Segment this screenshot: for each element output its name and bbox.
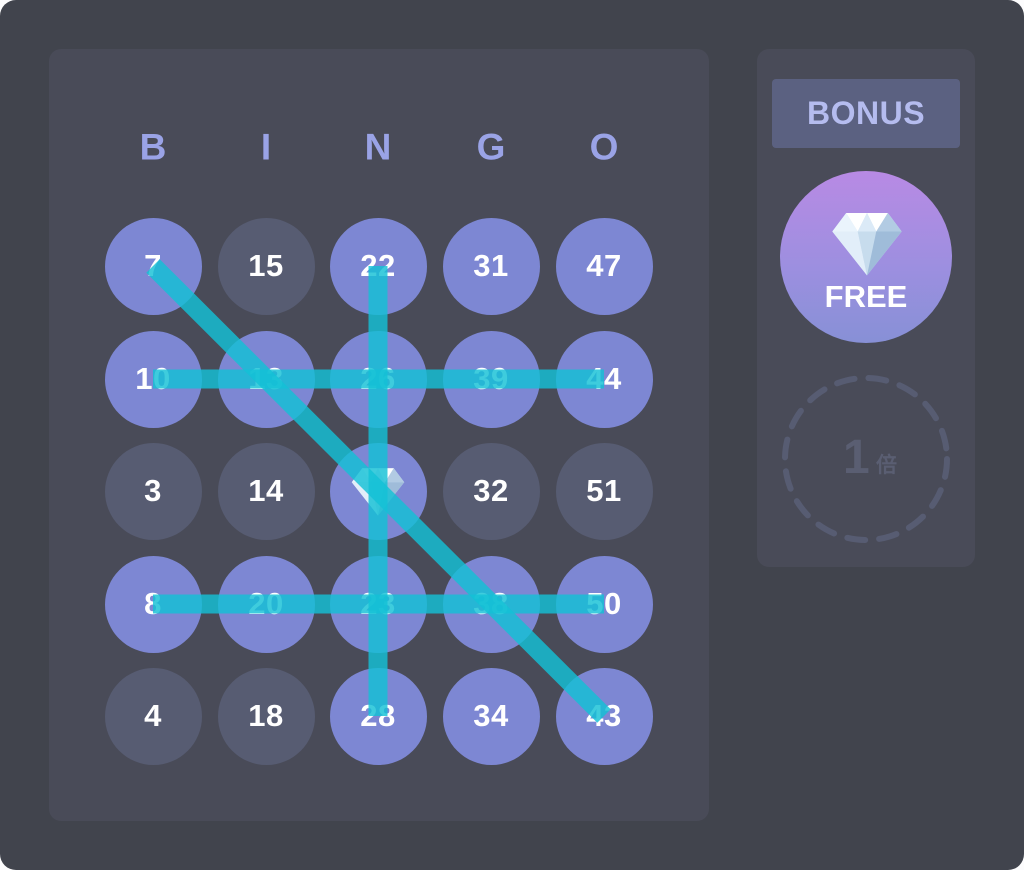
bingo-cell[interactable]: 26 bbox=[329, 330, 427, 428]
free-label: FREE bbox=[824, 279, 908, 314]
bingo-cell[interactable]: 39 bbox=[442, 330, 540, 428]
column-header-i: I bbox=[260, 126, 272, 168]
bingo-cell[interactable]: 10 bbox=[104, 330, 202, 428]
cell-number: 44 bbox=[586, 361, 622, 396]
cell-number: 8 bbox=[144, 586, 162, 621]
bonus-button-label: BONUS bbox=[806, 95, 926, 131]
bingo-cell[interactable]: 31 bbox=[442, 217, 540, 315]
free-cell[interactable] bbox=[329, 442, 427, 540]
bingo-cell[interactable]: 14 bbox=[217, 442, 315, 540]
bingo-cell[interactable]: 44 bbox=[555, 330, 653, 428]
bingo-cell[interactable]: 28 bbox=[329, 667, 427, 765]
bingo-cell[interactable]: 34 bbox=[442, 667, 540, 765]
cell-number: 31 bbox=[473, 248, 509, 283]
bingo-cell[interactable]: 4 bbox=[104, 667, 202, 765]
diamond-icon bbox=[350, 463, 406, 519]
multiplier-unit: 倍 bbox=[876, 454, 897, 477]
cell-number: 43 bbox=[586, 698, 622, 733]
multiplier-value: 1 bbox=[843, 431, 870, 484]
cell-number: 15 bbox=[248, 248, 284, 283]
cell-number: 14 bbox=[248, 473, 284, 508]
bingo-cell[interactable]: 51 bbox=[555, 442, 653, 540]
bingo-cell[interactable]: 47 bbox=[555, 217, 653, 315]
cell-number: 38 bbox=[473, 586, 509, 621]
bingo-cell[interactable]: 15 bbox=[217, 217, 315, 315]
cell-number: 20 bbox=[248, 586, 284, 621]
cell-number: 50 bbox=[586, 586, 622, 621]
cell-number: 4 bbox=[144, 698, 162, 733]
cell-number: 3 bbox=[144, 473, 162, 508]
bonus-button[interactable]: BONUS bbox=[772, 79, 960, 148]
cell-number: 47 bbox=[586, 248, 622, 283]
cell-number: 13 bbox=[248, 361, 284, 396]
bingo-cell[interactable]: 13 bbox=[217, 330, 315, 428]
cell-number: 39 bbox=[473, 361, 509, 396]
bingo-cell[interactable]: 20 bbox=[217, 555, 315, 653]
app-frame: BINGO 7 15 22 31 47 10 13 26 39 44 3 14 32 51 8 20 23 38 5… bbox=[0, 0, 1024, 870]
bingo-cell[interactable]: 50 bbox=[555, 555, 653, 653]
multiplier-indicator: 1 倍 bbox=[781, 374, 951, 544]
bingo-cell[interactable]: 3 bbox=[104, 442, 202, 540]
cell-number: 7 bbox=[144, 248, 162, 283]
cell-number: 22 bbox=[360, 248, 396, 283]
diamond-icon bbox=[830, 206, 904, 280]
bingo-cell[interactable]: 23 bbox=[329, 555, 427, 653]
cell-number: 10 bbox=[135, 361, 171, 396]
column-header-o: O bbox=[589, 126, 619, 168]
bingo-cell[interactable]: 18 bbox=[217, 667, 315, 765]
bingo-cell[interactable]: 38 bbox=[442, 555, 540, 653]
column-header-b: B bbox=[139, 126, 167, 168]
column-header-n: N bbox=[364, 126, 392, 168]
bingo-cell[interactable]: 32 bbox=[442, 442, 540, 540]
bingo-cell[interactable]: 43 bbox=[555, 667, 653, 765]
cell-number: 34 bbox=[473, 698, 509, 733]
cell-number: 28 bbox=[360, 698, 396, 733]
free-badge[interactable]: FREE bbox=[780, 171, 952, 343]
bingo-cell[interactable]: 22 bbox=[329, 217, 427, 315]
column-header-g: G bbox=[476, 126, 506, 168]
cell-number: 51 bbox=[586, 473, 622, 508]
bingo-cell[interactable]: 8 bbox=[104, 555, 202, 653]
cell-number: 23 bbox=[360, 586, 396, 621]
bingo-cell[interactable]: 7 bbox=[104, 217, 202, 315]
cell-number: 18 bbox=[248, 698, 284, 733]
cell-number: 32 bbox=[473, 473, 509, 508]
cell-number: 26 bbox=[360, 361, 396, 396]
